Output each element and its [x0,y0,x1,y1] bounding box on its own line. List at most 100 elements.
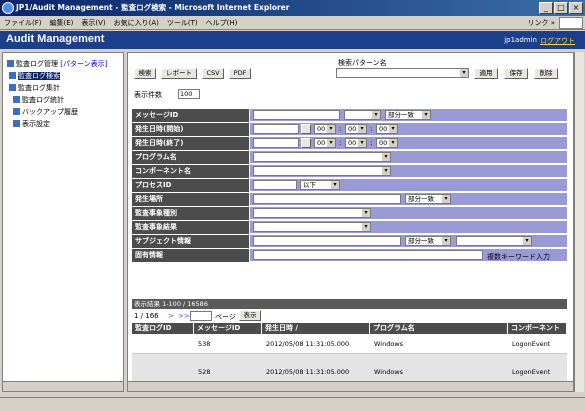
col-datetime[interactable]: 発生日時 ∕ [262,323,370,334]
col-component[interactable]: コンポーネント [508,323,567,334]
end-date-input[interactable] [253,138,299,148]
csv-button[interactable]: CSV [202,68,224,79]
page-vertical-scrollbar[interactable] [574,52,584,392]
tree-item-log-search[interactable]: 監査ログ検索 [9,71,60,81]
end-second-select[interactable]: 00 [376,138,398,148]
start-minute-select[interactable]: 00 [345,124,367,134]
time-separator: : [339,139,342,147]
tree-item-label: バックアップ履歴 [22,108,78,116]
row-label: 監査事象種別 [132,207,250,220]
pdf-button[interactable]: PDF [229,68,251,79]
delete-button[interactable]: 削除 [534,68,558,79]
tree-item-label: 監査ログ統計 [22,96,64,104]
count-input[interactable]: 100 [178,89,200,99]
calendar-icon[interactable] [301,138,311,148]
event-result-select[interactable] [253,222,371,232]
row-label: サブジェクト情報 [132,235,250,248]
cell-message-id: 528 [198,368,211,376]
process-id-input[interactable] [253,180,297,190]
tree-root[interactable]: 監査ログ管理 [パターン表示] [7,59,107,69]
specific-info-input[interactable] [253,250,483,260]
end-hour-select[interactable]: 00 [314,138,336,148]
end-minute-select[interactable]: 00 [345,138,367,148]
calendar-icon[interactable] [301,124,311,134]
tree-item-log-statistics[interactable]: 監査ログ統計 [13,95,64,105]
message-id-input[interactable] [253,110,340,120]
cell-datetime: 2012/05/08 11:31:05.000 [266,368,350,376]
multi-keyword-link[interactable]: 複数キーワード入力 [487,252,550,262]
location-input[interactable] [253,194,401,204]
tree-root-label: 監査ログ管理 [16,60,58,68]
row-label: 発生日時(終了) [132,137,250,150]
col-audit-log-id[interactable]: 監査ログID [132,323,194,334]
last-page-link[interactable]: >> [178,312,190,320]
message-id-match-select[interactable]: 部分一致 [385,110,431,120]
start-second-select[interactable]: 00 [376,124,398,134]
logout-link[interactable]: ログアウト [540,36,575,46]
tree-item-log-aggregate[interactable]: 監査ログ集計 [9,83,60,93]
pattern-label: 検索パターン名 [338,59,387,67]
plus-node-icon [9,72,16,79]
message-id-op-select[interactable] [344,110,381,120]
menu-help[interactable]: ヘルプ(H) [202,16,242,30]
process-id-op-select[interactable]: 以下 [300,180,340,190]
program-name-select[interactable] [253,152,391,162]
window-title: JP1/Audit Management - 監査ログ検索 - Microsof… [16,3,290,12]
row-label: メッセージID [132,109,250,122]
doc-icon [13,108,20,115]
subject-type-select[interactable] [456,236,532,246]
show-page-button[interactable]: 表示 [239,310,261,321]
menu-view[interactable]: 表示(V) [77,16,109,30]
links-menu[interactable]: リンク » [527,16,555,30]
location-match-select[interactable]: 部分一致 [405,194,451,204]
row-label: 発生場所 [132,193,250,206]
tree-item-display-settings[interactable]: 表示設定 [13,119,50,129]
start-hour-select[interactable]: 00 [314,124,336,134]
cell-datetime: 2012/05/08 11:31:05.000 [266,340,350,348]
form-row-end-datetime: 発生日時(終了) 00 : 00 : 00 [132,137,567,150]
minimize-button[interactable]: _ [539,2,553,14]
page-number-input[interactable] [190,311,212,321]
next-page-link[interactable]: > [168,312,174,320]
menu-tools[interactable]: ツール(T) [163,16,202,30]
save-button[interactable]: 保存 [504,68,528,79]
start-date-input[interactable] [253,124,299,134]
apply-button[interactable]: 適用 [474,68,498,79]
search-button[interactable]: 検索 [134,68,156,79]
tree-item-label: 監査ログ集計 [18,84,60,92]
maximize-button[interactable]: □ [554,2,568,14]
form-row-event-type: 監査事象種別 [132,207,567,220]
menu-edit[interactable]: 編集(E) [46,16,78,30]
table-row[interactable]: 538 2012/05/08 11:31:05.000 Windows Logo… [132,334,567,354]
status-bar [0,397,585,411]
subject-match-select[interactable]: 部分一致 [405,236,451,246]
component-name-select[interactable] [253,166,391,176]
doc-icon [13,96,20,103]
left-horizontal-scrollbar[interactable] [3,381,123,391]
tree-item-backup-history[interactable]: バックアップ履歴 [13,107,78,117]
navigation-tree-pane: 監査ログ管理 [パターン表示] 監査ログ検索 監査ログ集計 監査ログ統計 バック… [2,52,124,392]
menu-file[interactable]: ファイル(F) [0,16,46,30]
results-summary: 表示結果 1-100 / 16586 [132,299,567,309]
menu-favorites[interactable]: お気に入り(A) [110,16,163,30]
form-row-subject-info: サブジェクト情報 部分一致 [132,235,567,248]
col-program-name[interactable]: プログラム名 [370,323,508,334]
count-label: 表示件数 [134,91,162,99]
content-horizontal-scrollbar[interactable] [128,381,573,391]
row-label: 発生日時(開始) [132,123,250,136]
time-separator: : [370,139,373,147]
pattern-view-link[interactable]: [パターン表示] [60,60,107,68]
plus-node-icon [9,84,16,91]
form-row-event-result: 監査事象結果 [132,221,567,234]
subject-info-input[interactable] [253,236,401,246]
form-row-program-name: プログラム名 [132,151,567,164]
row-label: 固有情報 [132,249,250,262]
app-header: Audit Management jp1admin ログアウト [0,31,585,49]
pattern-select[interactable] [336,68,469,78]
col-message-id[interactable]: メッセージID [194,323,262,334]
event-type-select[interactable] [253,208,371,218]
close-button[interactable]: × [569,2,583,14]
user-name: jp1admin [504,36,537,44]
time-separator: : [370,125,373,133]
report-button[interactable]: レポート [161,68,197,79]
